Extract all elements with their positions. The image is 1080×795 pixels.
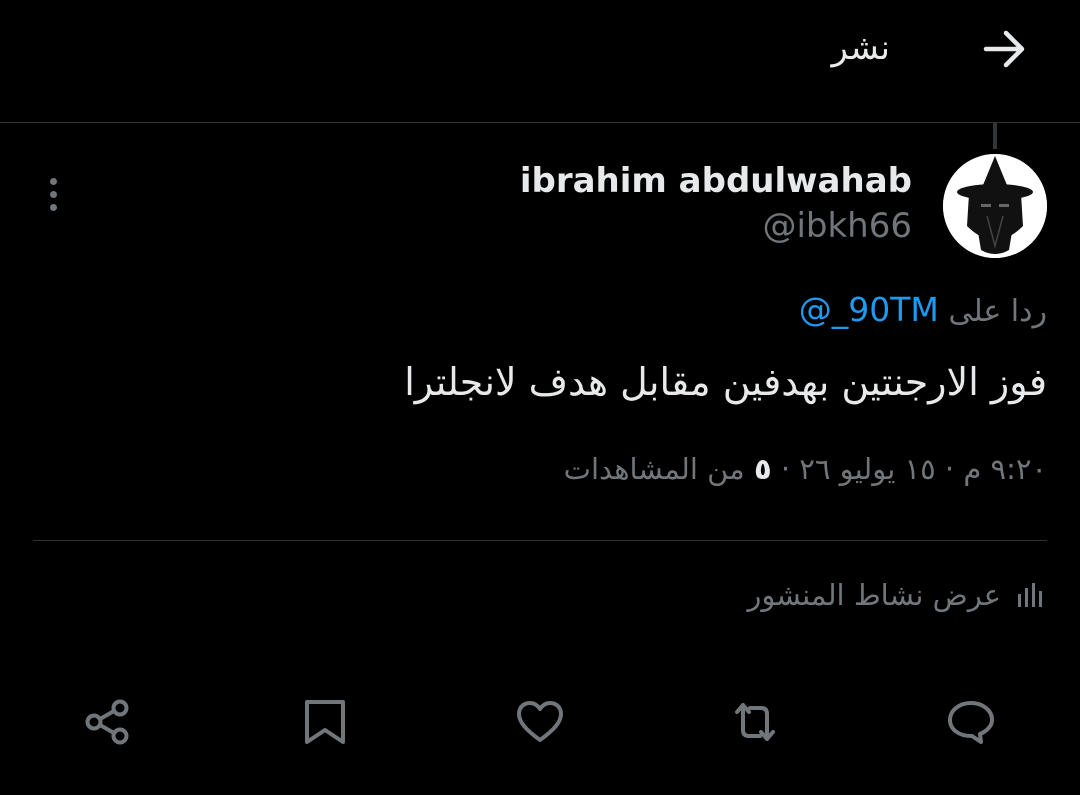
- divider: [33, 540, 1047, 541]
- repost-icon: [735, 703, 775, 741]
- author-handle[interactable]: @ibkh66: [762, 206, 912, 246]
- reply-mention-link[interactable]: @_90TM: [799, 290, 939, 329]
- bookmark-icon: [305, 700, 345, 744]
- meta-separator: ·: [771, 452, 791, 486]
- avatar[interactable]: [943, 154, 1047, 258]
- post-meta: ٩:٢٠ م · ١٥ يوليو ٢٦ · ٥ من المشاهدات: [564, 452, 1047, 486]
- back-button[interactable]: [980, 24, 1030, 74]
- arrow-right-icon: [983, 30, 1025, 68]
- like-button[interactable]: [512, 694, 568, 750]
- activity-label: عرض نشاط المنشور: [747, 578, 1001, 612]
- heart-icon: [517, 701, 563, 742]
- analytics-icon: [1018, 583, 1042, 607]
- author-name[interactable]: ibrahim abdulwahab: [520, 161, 912, 201]
- more-vertical-icon: [49, 178, 57, 185]
- page-title: نشر: [831, 28, 890, 68]
- more-dot: [49, 204, 57, 211]
- reply-prefix: ردا على: [948, 294, 1047, 329]
- reply-button[interactable]: [943, 694, 999, 750]
- wizard-avatar-icon: [943, 154, 1047, 258]
- share-icon: [85, 699, 129, 745]
- post-text: فوز الارجنتين بهدفين مقابل هدف لانجلترا: [404, 360, 1047, 404]
- thread-connector: [993, 123, 997, 149]
- reply-context: ردا على @_90TM: [799, 290, 1047, 329]
- post-page: نشر ibrahim abdulwahab @ibkh66 ردا على @…: [0, 0, 1080, 795]
- view-post-activity-button[interactable]: عرض نشاط المنشور: [747, 578, 1045, 612]
- reply-icon: [948, 701, 994, 744]
- views-label: من المشاهدات: [563, 452, 745, 486]
- more-dot: [49, 191, 57, 198]
- top-bar: نشر: [0, 0, 1080, 123]
- more-options-button[interactable]: [40, 178, 66, 216]
- bookmark-button[interactable]: [297, 694, 353, 750]
- repost-button[interactable]: [727, 694, 783, 750]
- share-button[interactable]: [80, 694, 136, 750]
- post-timestamp[interactable]: ٩:٢٠ م · ١٥ يوليو ٢٦: [799, 452, 1047, 486]
- views-count: ٥: [753, 452, 772, 486]
